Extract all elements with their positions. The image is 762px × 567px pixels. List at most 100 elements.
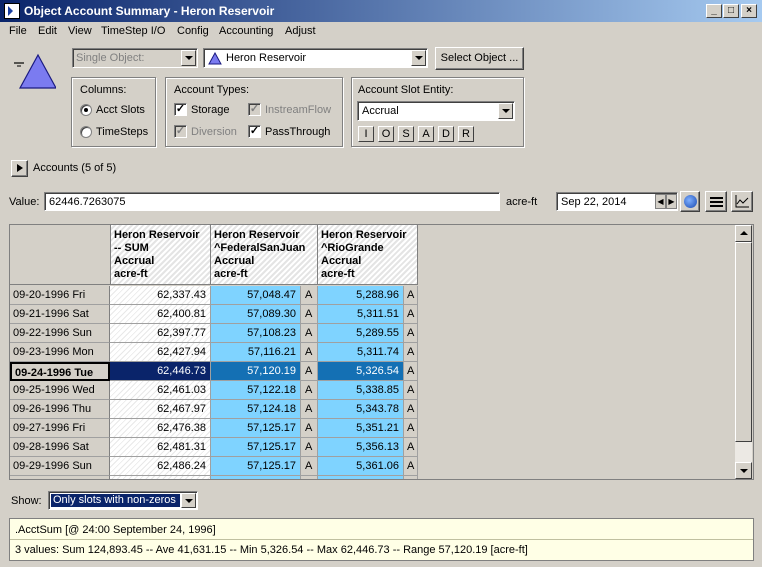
cell-sum[interactable]: 62,491.16 xyxy=(110,476,211,479)
cell-flag[interactable]: A xyxy=(301,343,318,362)
menu-edit[interactable]: Edit xyxy=(38,25,57,37)
cell-federal-san-juan[interactable]: 57,089.30 xyxy=(211,305,301,324)
cell-federal-san-juan[interactable]: 57,124.18 xyxy=(211,400,301,419)
row-date[interactable]: 09-27-1996 Fri xyxy=(10,419,110,438)
row-date[interactable]: 09-21-1996 Sat xyxy=(10,305,110,324)
table-row[interactable]: 09-28-1996 Sat 62,481.31 57,125.17 A 5,356.1… xyxy=(10,438,419,457)
cell-sum[interactable]: 62,486.24 xyxy=(110,457,211,476)
cell-sum[interactable]: 62,446.73 xyxy=(110,362,211,381)
object-dropdown[interactable]: Heron Reservoir xyxy=(203,48,428,68)
column-header-sum[interactable]: Heron Reservoir -- SUM Accrual acre-ft xyxy=(111,225,211,285)
cell-rio-grande[interactable]: 5,351.21 xyxy=(318,419,404,438)
cell-flag[interactable]: A xyxy=(301,419,318,438)
row-date[interactable]: 09-23-1996 Mon xyxy=(10,343,110,362)
cell-rio-grande[interactable]: 5,288.96 xyxy=(318,286,404,305)
cell-federal-san-juan[interactable]: 57,122.18 xyxy=(211,381,301,400)
cell-rio-grande[interactable]: 5,311.74 xyxy=(318,343,404,362)
column-header-federal-san-juan[interactable]: Heron Reservoir ^FederalSanJuan Accrual … xyxy=(211,225,318,285)
slot-button-i[interactable]: I xyxy=(358,126,374,142)
value-input[interactable]: 62446.7263075 xyxy=(44,192,500,211)
cell-federal-san-juan[interactable]: 57,125.17 xyxy=(211,476,301,479)
cell-sum[interactable]: 62,461.03 xyxy=(110,381,211,400)
row-date[interactable]: 09-22-1996 Sun xyxy=(10,324,110,343)
cell-flag[interactable]: A xyxy=(404,400,418,419)
cell-flag[interactable]: A xyxy=(404,324,418,343)
cell-federal-san-juan[interactable]: 57,120.19 xyxy=(211,362,301,381)
maximize-button[interactable]: □ xyxy=(723,4,739,18)
cell-federal-san-juan[interactable]: 57,125.17 xyxy=(211,457,301,476)
table-row[interactable]: 09-24-1996 Tue 62,446.73 57,120.19 A 5,326.5… xyxy=(10,362,419,381)
timesteps-radio[interactable] xyxy=(80,126,92,138)
cell-flag[interactable]: A xyxy=(301,305,318,324)
slot-button-s[interactable]: S xyxy=(398,126,414,142)
slot-button-o[interactable]: O xyxy=(378,126,394,142)
cell-flag[interactable]: A xyxy=(301,362,318,381)
table-row[interactable]: 09-25-1996 Wed 62,461.03 57,122.18 A 5,338.8… xyxy=(10,381,419,400)
close-button[interactable]: × xyxy=(741,4,757,18)
cell-sum[interactable]: 62,400.81 xyxy=(110,305,211,324)
cell-sum[interactable]: 62,467.97 xyxy=(110,400,211,419)
cell-flag[interactable]: A xyxy=(404,381,418,400)
menu-config[interactable]: Config xyxy=(177,25,209,37)
slot-entity-dropdown[interactable]: Accrual xyxy=(357,101,515,121)
cell-flag[interactable]: A xyxy=(404,305,418,324)
cell-flag[interactable]: A xyxy=(404,419,418,438)
row-date[interactable]: 09-26-1996 Thu xyxy=(10,400,110,419)
row-date[interactable]: 09-25-1996 Wed xyxy=(10,381,110,400)
scroll-down-button[interactable] xyxy=(735,462,752,479)
minimize-button[interactable]: _ xyxy=(706,4,722,18)
row-date[interactable]: 09-20-1996 Fri xyxy=(10,286,110,305)
plot-button[interactable] xyxy=(731,191,753,212)
cell-rio-grande[interactable]: 5,361.06 xyxy=(318,457,404,476)
table-row[interactable]: 09-22-1996 Sun 62,397.77 57,108.23 A 5,289.5… xyxy=(10,324,419,343)
cell-flag[interactable]: A xyxy=(301,400,318,419)
menu-view[interactable]: View xyxy=(68,25,92,37)
passthrough-checkbox[interactable]: ✓ xyxy=(248,125,261,138)
column-header-rio-grande[interactable]: Heron Reservoir ^RioGrande Accrual acre-… xyxy=(318,225,418,285)
table-row[interactable]: 09-21-1996 Sat 62,400.81 57,089.30 A 5,311.5… xyxy=(10,305,419,324)
cell-rio-grande[interactable]: 5,356.13 xyxy=(318,438,404,457)
row-date[interactable]: 09-28-1996 Sat xyxy=(10,438,110,457)
cell-flag[interactable]: A xyxy=(404,457,418,476)
globe-button[interactable] xyxy=(680,191,700,212)
cell-flag[interactable]: A xyxy=(301,324,318,343)
vertical-scrollbar[interactable] xyxy=(735,225,752,479)
cell-sum[interactable]: 62,481.31 xyxy=(110,438,211,457)
table-row[interactable]: 09-20-1996 Fri 62,337.43 57,048.47 A 5,288.9… xyxy=(10,286,419,305)
cell-federal-san-juan[interactable]: 57,116.21 xyxy=(211,343,301,362)
date-next-icon[interactable]: ▶ xyxy=(666,194,677,209)
cell-sum[interactable]: 62,397.77 xyxy=(110,324,211,343)
cell-flag[interactable]: A xyxy=(404,438,418,457)
cell-rio-grande[interactable]: 5,326.54 xyxy=(318,362,404,381)
row-date[interactable]: 09-24-1996 Tue xyxy=(10,362,110,381)
list-view-button[interactable] xyxy=(705,191,727,212)
cell-flag[interactable]: A xyxy=(301,457,318,476)
cell-flag[interactable]: A xyxy=(404,476,418,479)
date-field[interactable]: Sep 22, 2014 ◀ ▶ xyxy=(556,192,678,211)
cell-rio-grande[interactable]: 5,343.78 xyxy=(318,400,404,419)
scroll-thumb[interactable] xyxy=(735,242,752,442)
cell-flag[interactable]: A xyxy=(404,343,418,362)
menu-timestep-io[interactable]: TimeStep I/O xyxy=(101,25,165,37)
storage-checkbox[interactable]: ✓ xyxy=(174,103,187,116)
table-row[interactable]: 09-26-1996 Thu 62,467.97 57,124.18 A 5,343.7… xyxy=(10,400,419,419)
acct-slots-radio[interactable] xyxy=(80,104,92,116)
cell-flag[interactable]: A xyxy=(301,476,318,479)
scroll-up-button[interactable] xyxy=(735,225,752,242)
cell-rio-grande[interactable]: 5,338.85 xyxy=(318,381,404,400)
cell-sum[interactable]: 62,337.43 xyxy=(110,286,211,305)
cell-rio-grande[interactable]: 5,365.99 xyxy=(318,476,404,479)
cell-flag[interactable]: A xyxy=(301,381,318,400)
cell-rio-grande[interactable]: 5,289.55 xyxy=(318,324,404,343)
cell-federal-san-juan[interactable]: 57,125.17 xyxy=(211,438,301,457)
show-dropdown[interactable]: Only slots with non-zeros xyxy=(48,491,198,510)
cell-federal-san-juan[interactable]: 57,108.23 xyxy=(211,324,301,343)
row-date[interactable]: 09-29-1996 Sun xyxy=(10,457,110,476)
menu-file[interactable]: File xyxy=(9,25,27,37)
select-object-button[interactable]: Select Object ... xyxy=(435,47,524,70)
cell-sum[interactable]: 62,476.38 xyxy=(110,419,211,438)
cell-flag[interactable]: A xyxy=(404,286,418,305)
table-row[interactable]: 09-29-1996 Sun 62,486.24 57,125.17 A 5,361.0… xyxy=(10,457,419,476)
cell-federal-san-juan[interactable]: 57,125.17 xyxy=(211,419,301,438)
cell-flag[interactable]: A xyxy=(301,438,318,457)
